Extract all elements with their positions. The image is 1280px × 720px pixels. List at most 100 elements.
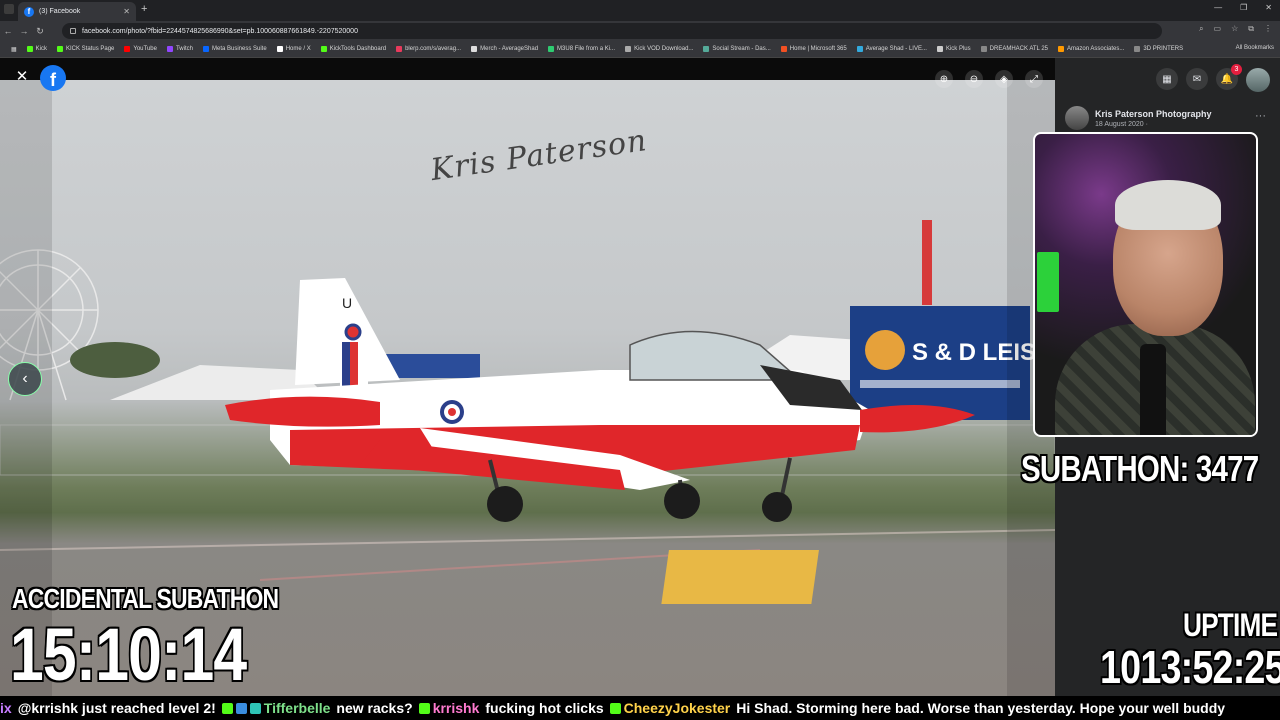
apps-icon[interactable]: ▦ [6,46,22,53]
bookmark-item[interactable]: YouTube [119,46,162,52]
bookmark-item[interactable]: Amazon Associates... [1053,46,1129,52]
bookmark-item[interactable]: DREAMHACK ATL 25 [976,46,1053,52]
bookmark-star-icon[interactable]: ☆ [1231,24,1238,34]
account-avatar[interactable] [1246,68,1270,92]
bookmark-item[interactable]: Twitch [162,46,198,52]
zoom-in-icon[interactable]: ⊕ [935,70,953,88]
bookmark-item[interactable]: KICK Status Page [52,46,119,52]
menu-grid-icon[interactable]: ▦ [1156,68,1178,90]
author-avatar[interactable] [1065,106,1089,130]
close-viewer-icon[interactable]: ✕ [12,66,32,86]
bookmark-item[interactable]: M3U8 File from a Ki... [543,46,620,52]
facebook-favicon-icon: f [24,6,34,17]
bookmark-label: Home / X [285,46,311,52]
kick-icon [26,46,33,52]
kicktools-icon [320,46,327,52]
zoom-icon[interactable]: ⌕ [1199,24,1203,34]
zoom-out-icon[interactable]: ⊖ [965,70,983,88]
bookmark-label: Kick [35,46,48,52]
bookmark-label: blerp.com/s/averag... [405,46,462,52]
microsoft-icon [780,46,787,52]
folder-icon [980,46,987,52]
download-icon [625,46,632,52]
merch-icon [471,46,478,52]
back-icon[interactable]: ← [0,26,16,36]
live-icon [856,46,863,52]
maximize-icon[interactable]: ❐ [1240,3,1247,12]
browser-tab[interactable]: f (3) Facebook ✕ [18,2,136,21]
bookmark-item[interactable]: Average Shad - LIVE... [852,46,932,52]
chat-username: krrishk [432,700,480,716]
accidental-subathon-timer: 15:10:14 [10,613,247,696]
forward-icon[interactable]: → [16,26,32,36]
post-date[interactable]: 18 August 2020 · [1095,121,1212,128]
blerp-icon [396,46,403,52]
close-window-icon[interactable]: ✕ [1265,3,1272,12]
chat-badge-icon [418,702,430,714]
notifications-icon[interactable]: 🔔 3 [1216,64,1242,90]
post-options-icon[interactable]: ··· [1255,110,1266,122]
twitch-icon [166,46,173,52]
bookmark-label: Twitch [175,46,193,52]
chat-message: fucking hot clicks [485,700,604,716]
bookmark-item[interactable]: Kick Plus [932,46,976,52]
bookmark-item[interactable]: Home | Microsoft 365 [776,46,852,52]
bookmark-item[interactable]: blerp.com/s/averag... [391,46,466,52]
webcam-streamer-hair [1115,180,1221,230]
chat-badge-icon [235,702,247,714]
bookmark-label: Meta Business Suite [211,46,267,52]
menu-icon[interactable]: ⋮ [1264,24,1272,34]
chat-message: @krrishk just reached level 2! [17,700,216,716]
bookmark-label: Social Stream - Das... [712,46,771,52]
screen: f (3) Facebook ✕ + — ❐ ✕ ← → ↻ facebook.… [0,0,1280,720]
bookmark-label: Home | Microsoft 365 [789,46,847,52]
messenger-icon[interactable]: ✉ [1186,68,1208,90]
tab-search-icon[interactable] [4,4,14,14]
webcam-microphone [1140,344,1166,435]
cast-icon[interactable]: ▭ [1214,24,1222,34]
chat-ticker: ix @krrishk just reached level 2! Tiffer… [0,696,1280,720]
m3u8-icon [548,46,555,52]
reload-icon[interactable]: ↻ [32,26,48,37]
post-author[interactable]: Kris Paterson Photography [1095,109,1212,119]
bookmark-label: YouTube [133,46,157,52]
streamer-webcam [1033,132,1258,437]
new-tab-icon[interactable]: + [141,3,147,15]
tab-close-icon[interactable]: ✕ [123,7,130,16]
x-icon [276,46,283,52]
previous-photo-button[interactable]: ‹ [8,362,42,396]
facebook-logo-icon[interactable]: f [40,65,66,91]
post-header: Kris Paterson Photography 18 August 2020… [1065,106,1212,130]
bookmark-label: KickTools Dashboard [329,46,387,52]
chat-message: new racks? [336,700,413,716]
address-bar-actions: ⌕ ▭ ☆ ⧉ ⋮ [1199,24,1272,34]
uptime-timer: 1013:52:25 [1100,641,1280,693]
bookmark-item[interactable]: Merch - AverageShad [466,46,543,52]
bookmark-item[interactable]: Meta Business Suite [198,46,272,52]
bookmark-item[interactable]: KickTools Dashboard [316,46,391,52]
webcam-light-panel [1037,252,1059,312]
tag-icon[interactable]: ◈ [995,70,1013,88]
url-text: facebook.com/photo/?fbid=224457482568699… [82,27,358,35]
viewer-tools: ⊕ ⊖ ◈ ⤢ [935,70,1043,88]
meta-icon [202,46,209,52]
bookmark-item[interactable]: Home / X [272,46,316,52]
notification-badge: 3 [1231,64,1242,75]
url-input[interactable]: facebook.com/photo/?fbid=224457482568699… [62,23,1162,39]
minimize-icon[interactable]: — [1214,3,1222,12]
fullscreen-icon[interactable]: ⤢ [1025,70,1043,88]
subathon-counter: SUBATHON: 3477 [1021,448,1259,489]
bookmark-label: KICK Status Page [66,46,115,52]
bookmark-item[interactable]: Kick VOD Download... [620,46,698,52]
all-bookmarks-folder[interactable]: All Bookmarks [1236,45,1274,51]
bookmark-item[interactable]: Kick [22,46,52,52]
bookmark-item[interactable]: Social Stream - Das... [698,46,775,52]
extensions-icon[interactable]: ⧉ [1248,24,1254,34]
bookmark-item[interactable]: 3D PRINTERS [1129,46,1188,52]
site-info-icon[interactable] [70,28,76,34]
bookmark-label: Average Shad - LIVE... [865,46,927,52]
bookmark-label: 3D PRINTERS [1143,46,1184,52]
bookmark-label: M3U8 File from a Ki... [557,46,616,52]
chat-badge-icon [221,702,233,714]
chat-username: Tifferbelle [263,700,331,716]
